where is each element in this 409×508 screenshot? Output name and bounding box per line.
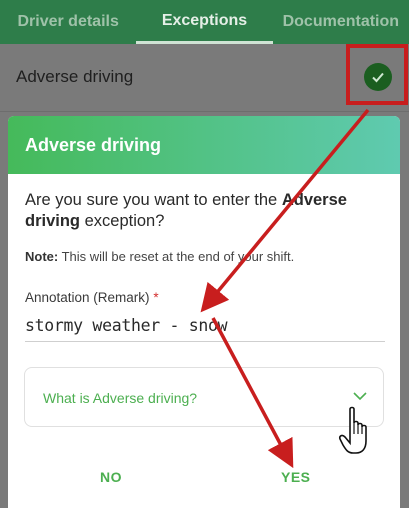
highlight-box bbox=[346, 44, 408, 105]
chevron-down-icon bbox=[353, 392, 367, 401]
question-prefix: Are you sure you want to enter the bbox=[25, 191, 282, 209]
tab-driver-details[interactable]: Driver details bbox=[0, 0, 136, 44]
no-button[interactable]: NO bbox=[100, 469, 122, 485]
dialog-question: Are you sure you want to enter the Adver… bbox=[25, 190, 385, 232]
annotation-label-text: Annotation (Remark) bbox=[25, 290, 150, 305]
tab-exceptions[interactable]: Exceptions bbox=[136, 0, 273, 44]
tab-documentation[interactable]: Documentation bbox=[273, 0, 409, 44]
note-label: Note: bbox=[25, 249, 59, 264]
question-bold-line2: driving bbox=[25, 212, 81, 230]
confirm-dialog: Adverse driving Are you sure you want to… bbox=[8, 116, 400, 508]
exception-row-label: Adverse driving bbox=[16, 67, 134, 86]
dialog-note: Note: This will be reset at the end of y… bbox=[25, 249, 294, 264]
accordion-label: What is Adverse driving? bbox=[43, 390, 198, 406]
yes-button[interactable]: YES bbox=[281, 469, 311, 485]
question-suffix: exception? bbox=[80, 212, 165, 230]
required-marker: * bbox=[153, 290, 159, 305]
tab-bar: Driver details Exceptions Documentation bbox=[0, 0, 409, 44]
note-text: This will be reset at the end of your sh… bbox=[58, 249, 295, 264]
dialog-header: Adverse driving bbox=[8, 116, 400, 174]
question-bold: Adverse bbox=[281, 191, 347, 209]
annotation-input[interactable]: stormy weather - snow bbox=[25, 316, 385, 342]
annotation-label: Annotation (Remark) * bbox=[25, 290, 159, 305]
dialog-title: Adverse driving bbox=[25, 134, 162, 155]
info-accordion[interactable]: What is Adverse driving? bbox=[24, 367, 384, 427]
